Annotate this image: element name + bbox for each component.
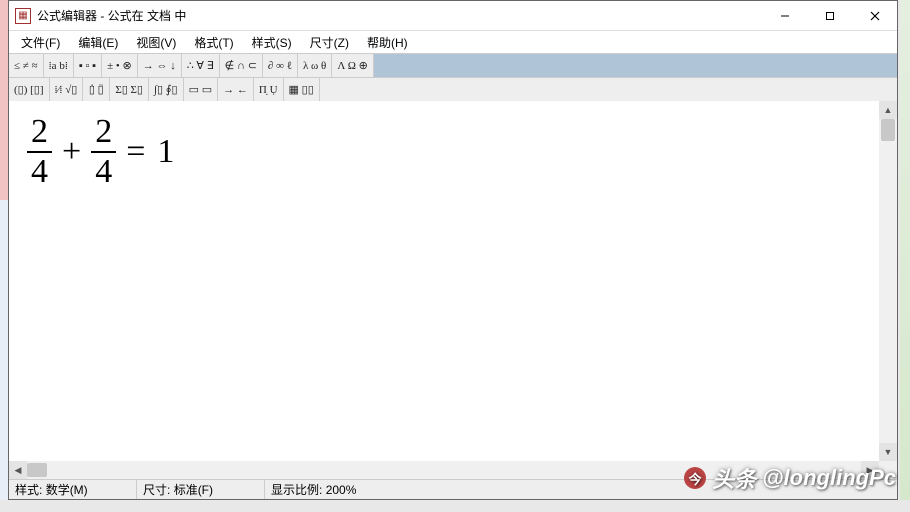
status-size-value: 标准(F) [174, 481, 213, 498]
vscroll-track[interactable] [879, 119, 897, 443]
template-toolbar: (▯) [▯] ⁞∕⁞ √▯ ▯̇ ▯̈ Σ▯ Σ▯ ∫▯ ∮▯ ▭ ▭ → ←… [9, 77, 897, 101]
status-style: 样式: 数学(M) [9, 480, 137, 499]
template-long-arrows[interactable]: → ← [220, 80, 251, 100]
palette-greek-lower[interactable]: λ ω θ [300, 56, 329, 76]
background-left-strip [0, 0, 8, 500]
maximize-button[interactable] [807, 2, 852, 30]
menu-file[interactable]: 文件(F) [13, 32, 68, 53]
hscroll-thumb[interactable] [27, 463, 47, 477]
status-zoom: 显示比例: 200% [265, 480, 897, 499]
fraction-1-numerator: 2 [27, 113, 52, 151]
palette-logic[interactable]: ∴ ∀ ∃ [184, 56, 217, 76]
menubar: 文件(F) 编辑(E) 视图(V) 格式(T) 样式(S) 尺寸(Z) 帮助(H… [9, 31, 897, 53]
menu-help[interactable]: 帮助(H) [359, 32, 416, 53]
status-size-label: 尺寸: [143, 481, 170, 498]
minimize-button[interactable] [762, 2, 807, 30]
scroll-right-icon[interactable]: ▶ [861, 461, 879, 479]
palette-set-theory[interactable]: ∉ ∩ ⊂ [222, 56, 260, 76]
palette-embellishments[interactable]: ▪ ▫ ▪ [76, 56, 99, 76]
toolbar-filler-2 [320, 78, 897, 101]
template-fences[interactable]: (▯) [▯] [11, 80, 47, 100]
formula: 2 4 + 2 4 = 1 [27, 113, 861, 191]
vertical-scrollbar[interactable]: ▲ ▼ [879, 101, 897, 461]
scroll-left-icon[interactable]: ◀ [9, 461, 27, 479]
fraction-2-numerator: 2 [91, 113, 116, 151]
template-overbar[interactable]: ▭ ▭ [186, 80, 216, 100]
palette-greek-upper[interactable]: Λ Ω ⊕ [334, 56, 371, 76]
fraction-2-denominator: 4 [91, 153, 116, 191]
menu-view[interactable]: 视图(V) [128, 32, 184, 53]
template-products[interactable]: Π̣ Ụ [256, 80, 281, 100]
status-style-value: 数学(M) [46, 481, 88, 498]
template-fractions[interactable]: ⁞∕⁞ √▯ [52, 80, 81, 100]
equals-operator: = [124, 133, 147, 171]
close-icon [870, 11, 880, 21]
symbol-toolbar: ≤ ≠ ≈ ⁞a b⁞ ▪ ▫ ▪ ± • ⊗ → ⇔ ↓ ∴ ∀ ∃ ∉ ∩ … [9, 53, 897, 77]
scroll-down-icon[interactable]: ▼ [879, 443, 897, 461]
maximize-icon [825, 11, 835, 21]
equation-canvas[interactable]: 2 4 + 2 4 = 1 [9, 101, 879, 461]
template-scripts[interactable]: ▯̇ ▯̈ [85, 80, 107, 100]
fraction-1-denominator: 4 [27, 153, 52, 191]
fraction-2: 2 4 [91, 113, 116, 191]
window-title: 公式编辑器 - 公式在 文档 中 [37, 7, 186, 24]
app-icon: ▦ [15, 8, 31, 24]
menu-format[interactable]: 格式(T) [186, 32, 241, 53]
palette-spaces[interactable]: ⁞a b⁞ [46, 56, 71, 76]
status-zoom-label: 显示比例: [271, 481, 322, 498]
result-value: 1 [155, 133, 176, 171]
hscroll-track[interactable] [27, 461, 861, 479]
status-zoom-value: 200% [326, 483, 357, 497]
app-window: ▦ 公式编辑器 - 公式在 文档 中 文件(F) 编辑(E) 视图(V) 格式(… [8, 0, 898, 500]
minimize-icon [780, 11, 790, 21]
horizontal-scrollbar[interactable]: ◀ ▶ [9, 461, 879, 479]
palette-relations[interactable]: ≤ ≠ ≈ [11, 56, 41, 76]
close-button[interactable] [852, 2, 897, 30]
status-size: 尺寸: 标准(F) [137, 480, 265, 499]
menu-edit[interactable]: 编辑(E) [70, 32, 126, 53]
template-summation[interactable]: Σ▯ Σ▯ [112, 80, 146, 100]
menu-size[interactable]: 尺寸(Z) [302, 32, 357, 53]
background-right-strip [900, 0, 910, 500]
toolbar-filler-1 [374, 54, 897, 77]
plus-operator: + [60, 133, 83, 171]
template-integrals[interactable]: ∫▯ ∮▯ [151, 80, 181, 100]
statusbar: 样式: 数学(M) 尺寸: 标准(F) 显示比例: 200% [9, 479, 897, 499]
palette-arrows[interactable]: → ⇔ ↓ [140, 56, 179, 76]
template-matrices[interactable]: ▦ ▯▯ [286, 80, 317, 100]
scroll-corner [879, 461, 897, 479]
fraction-1: 2 4 [27, 113, 52, 191]
status-style-label: 样式: [15, 481, 42, 498]
vscroll-thumb[interactable] [881, 119, 895, 141]
editor-area: 2 4 + 2 4 = 1 ▲ ▼ ◀ [9, 101, 897, 479]
scroll-up-icon[interactable]: ▲ [879, 101, 897, 119]
titlebar: ▦ 公式编辑器 - 公式在 文档 中 [9, 1, 897, 31]
palette-misc[interactable]: ∂ ∞ ℓ [265, 56, 295, 76]
menu-style[interactable]: 样式(S) [244, 32, 300, 53]
palette-operators[interactable]: ± • ⊗ [104, 56, 135, 76]
